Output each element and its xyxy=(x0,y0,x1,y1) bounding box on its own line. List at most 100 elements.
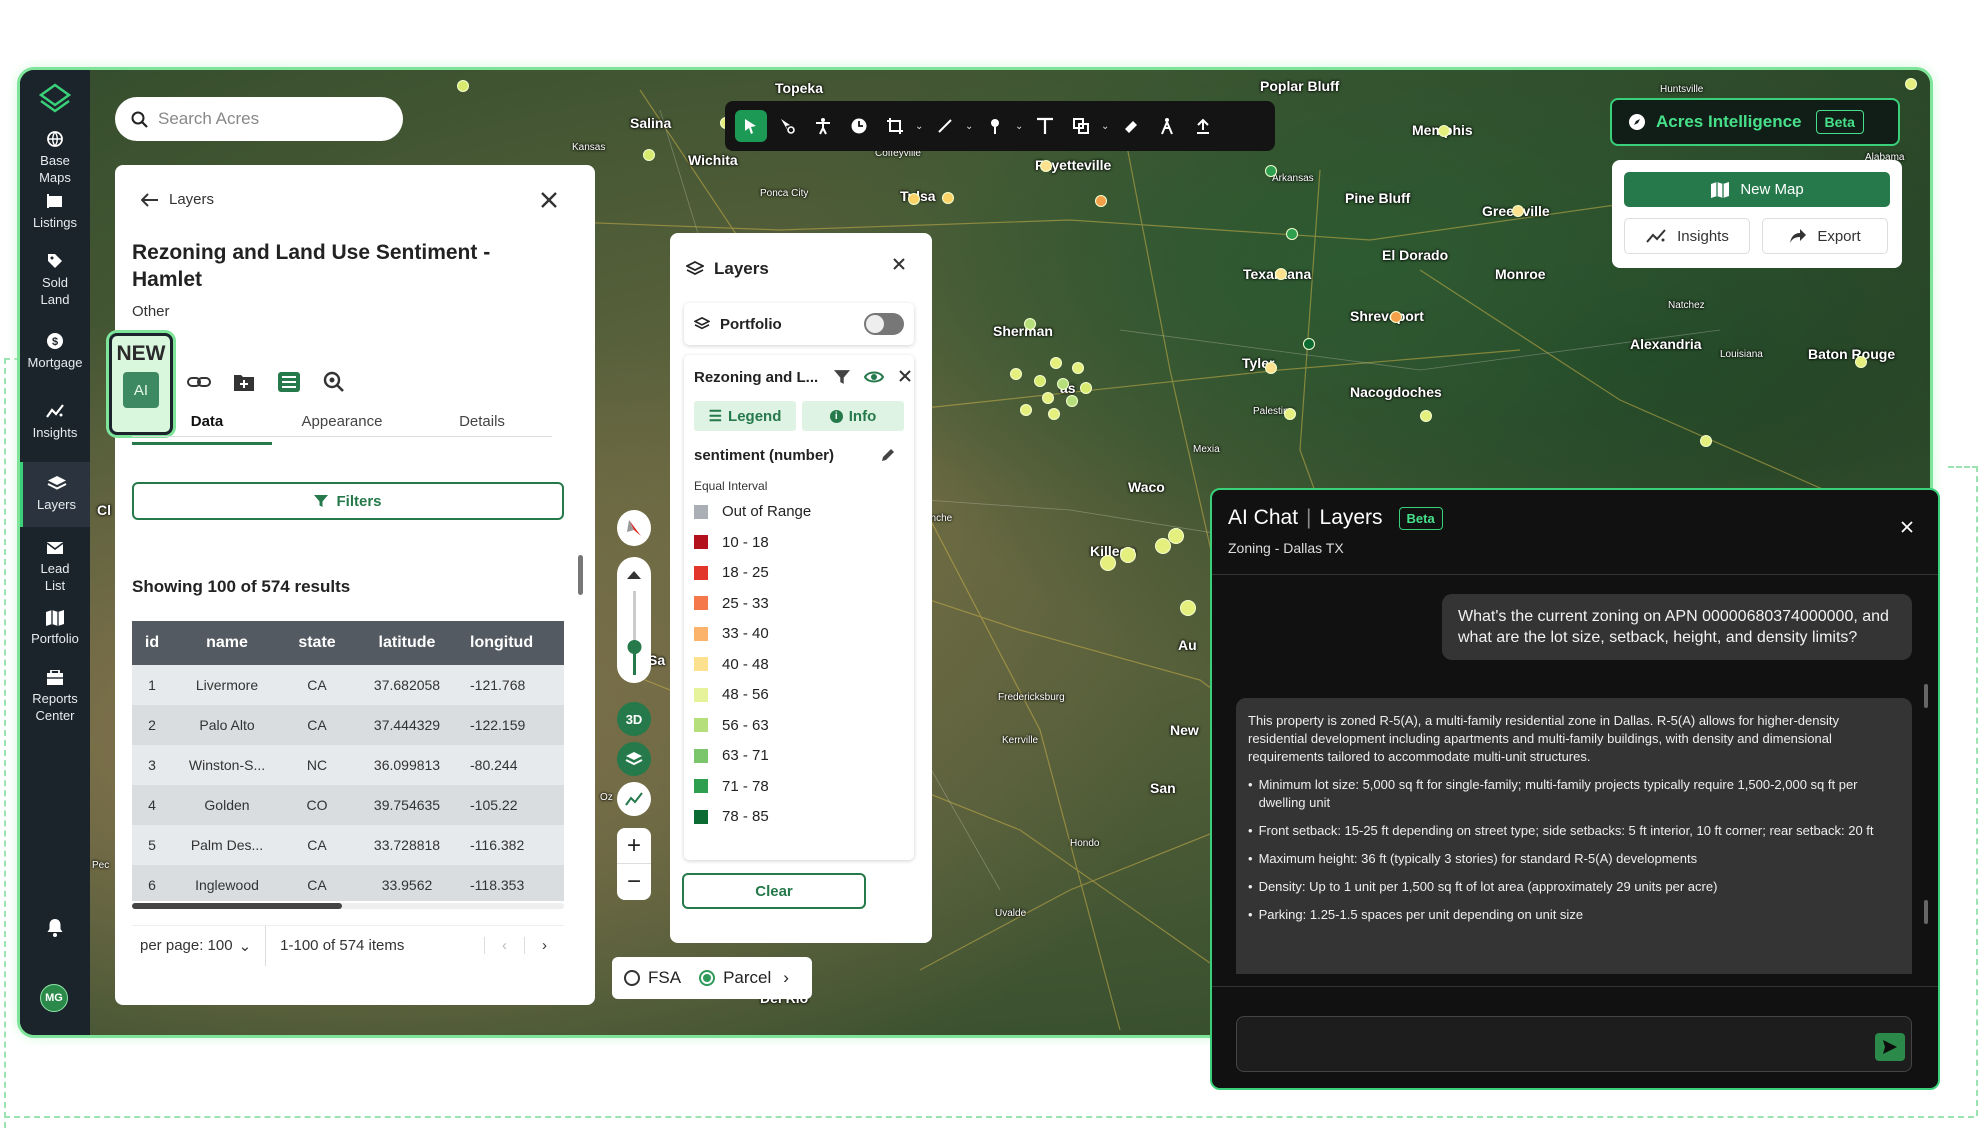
back-to-layers-link[interactable]: Layers xyxy=(141,191,214,208)
layer-card-actions xyxy=(834,369,912,390)
legend-swatch xyxy=(694,626,708,641)
per-page-select[interactable]: per page: 100 ⌄ xyxy=(132,925,267,966)
next-page-button[interactable]: › xyxy=(524,937,564,954)
layer-name[interactable]: Rezoning and L... xyxy=(694,369,818,386)
table-cell: Palm Des... xyxy=(190,837,264,853)
filters-button[interactable]: Filters xyxy=(132,482,564,520)
column-header-longitude[interactable]: longitud xyxy=(462,621,564,665)
zoom-out-button[interactable]: − xyxy=(617,864,651,900)
analytics-button[interactable] xyxy=(617,782,651,816)
chevron-down-icon[interactable]: ⌄ xyxy=(915,121,925,132)
table-cell: 39.754635 xyxy=(373,797,441,813)
3d-toggle-button[interactable]: 3D xyxy=(617,702,651,736)
add-layer-button[interactable] xyxy=(233,372,255,397)
sidebar-item-insights[interactable]: Insights xyxy=(20,402,90,441)
prev-page-button[interactable]: ‹ xyxy=(484,937,524,954)
chat-input[interactable] xyxy=(1236,1016,1912,1072)
rezoning-layer-card: Rezoning and L... ☰ Legend i Info sentimen… xyxy=(684,355,914,860)
search-box[interactable]: Search Acres xyxy=(115,97,403,141)
point-select-button[interactable] xyxy=(771,110,803,142)
chat-scrollbar[interactable] xyxy=(1924,684,1928,708)
sidebar-item-reports-center[interactable]: Reports Center xyxy=(20,670,90,724)
chevron-down-icon[interactable]: ⌄ xyxy=(1101,121,1111,132)
sidebar-item-sold-land[interactable]: Sold Land xyxy=(20,252,90,308)
compass-button[interactable] xyxy=(617,510,651,546)
crop-tool-button[interactable] xyxy=(879,110,911,142)
clear-button[interactable]: Clear xyxy=(682,873,866,909)
accessibility-tool-button[interactable] xyxy=(807,110,839,142)
legend-label: 71 - 78 xyxy=(722,777,769,795)
remove-layer-button[interactable] xyxy=(898,369,912,390)
select-tool-button[interactable] xyxy=(735,110,767,142)
tilt-slider[interactable] xyxy=(617,557,651,683)
text-tool-button[interactable] xyxy=(1029,110,1061,142)
send-button[interactable] xyxy=(1875,1033,1905,1061)
info-button[interactable]: i Info xyxy=(802,401,904,431)
chat-scrollbar-lower[interactable] xyxy=(1924,900,1928,924)
table-row[interactable]: 3 Winston-S... NC 36.099813 -80.244 xyxy=(132,745,564,785)
table-horizontal-scrollbar[interactable] xyxy=(132,903,564,909)
layer-filter-button[interactable] xyxy=(834,369,850,390)
avatar[interactable]: MG xyxy=(40,984,68,1012)
tab-details[interactable]: Details xyxy=(412,411,552,433)
scrollbar-thumb[interactable] xyxy=(132,903,342,909)
table-row[interactable]: 1 Livermore CA 37.682058 -121.768 xyxy=(132,665,564,705)
sidebar-item-mortgage[interactable]: $ Mortgage xyxy=(20,332,90,371)
shape-tool-button[interactable] xyxy=(1065,110,1097,142)
close-chat-button[interactable] xyxy=(1900,520,1914,539)
close-panel-button[interactable] xyxy=(540,191,558,214)
column-header-name[interactable]: name xyxy=(172,621,282,665)
chevron-right-icon[interactable]: › xyxy=(783,968,789,988)
chevron-down-icon[interactable]: ⌄ xyxy=(1015,121,1025,132)
table-row[interactable]: 2 Palo Alto CA 37.444329 -122.159 xyxy=(132,705,564,745)
chevron-down-icon[interactable]: ⌄ xyxy=(965,121,975,132)
table-row[interactable]: 6 Inglewood CA 33.9562 -118.353 xyxy=(132,865,564,901)
sidebar-item-base-maps[interactable]: Base Maps xyxy=(20,130,90,186)
insights-button[interactable]: Insights xyxy=(1624,218,1750,254)
zoom-in-button[interactable]: + xyxy=(617,828,651,864)
table-cell: 33.9562 xyxy=(381,877,433,893)
edit-style-button[interactable] xyxy=(880,447,896,468)
column-header-id[interactable]: id xyxy=(132,621,172,665)
acres-intelligence-button[interactable]: Acres Intelligence Beta xyxy=(1610,98,1900,146)
classification-method: Equal Interval xyxy=(694,479,768,493)
new-map-button[interactable]: New Map xyxy=(1624,172,1890,207)
column-header-state[interactable]: state xyxy=(282,621,352,665)
panel-scrollbar[interactable] xyxy=(578,555,583,595)
layer-visibility-button[interactable] xyxy=(863,369,885,390)
legend-button[interactable]: ☰ Legend xyxy=(694,401,796,431)
zoom-to-layer-button[interactable] xyxy=(323,371,345,398)
sidebar-item-listings[interactable]: Listings xyxy=(20,192,90,231)
close-layers-button[interactable] xyxy=(892,257,906,276)
legend-label: 40 - 48 xyxy=(722,655,769,673)
sidebar-item-portfolio[interactable]: Portfolio xyxy=(20,610,90,647)
tab-appearance[interactable]: Appearance xyxy=(272,411,412,433)
table-view-button[interactable] xyxy=(277,371,301,398)
fsa-radio[interactable] xyxy=(624,970,640,986)
sidebar-item-layers[interactable]: Layers xyxy=(20,462,90,527)
table-row[interactable]: 5 Palm Des... CA 33.728818 -116.382 xyxy=(132,825,564,865)
measure-tool-button[interactable] xyxy=(1151,110,1183,142)
sidebar-label: Sold xyxy=(41,275,69,290)
line-tool-button[interactable] xyxy=(929,110,961,142)
table-row[interactable]: 4 Golden CO 39.754635 -105.22 xyxy=(132,785,564,825)
time-tool-button[interactable] xyxy=(843,110,875,142)
parcel-label[interactable]: Parcel xyxy=(723,968,771,988)
fsa-label[interactable]: FSA xyxy=(648,968,681,988)
column-header-latitude[interactable]: latitude xyxy=(352,621,462,665)
portfolio-toggle[interactable] xyxy=(864,313,904,335)
notification-bell[interactable] xyxy=(46,918,64,943)
pin-tool-button[interactable] xyxy=(979,110,1011,142)
sidebar-item-lead-list[interactable]: Lead List xyxy=(20,540,90,594)
search-input[interactable]: Search Acres xyxy=(158,109,259,129)
filter-icon xyxy=(314,495,329,507)
export-button[interactable]: Export xyxy=(1762,218,1888,254)
tab-data[interactable]: Data xyxy=(132,411,272,445)
layers-toggle-button[interactable] xyxy=(617,742,651,776)
eraser-tool-button[interactable] xyxy=(1115,110,1147,142)
link-button[interactable] xyxy=(187,373,211,396)
parcel-radio[interactable] xyxy=(699,970,716,986)
upload-tool-button[interactable] xyxy=(1187,110,1219,142)
logo[interactable] xyxy=(38,82,72,121)
answer-bullet: • Front setback: 15-25 ft depending on st… xyxy=(1248,822,1900,840)
